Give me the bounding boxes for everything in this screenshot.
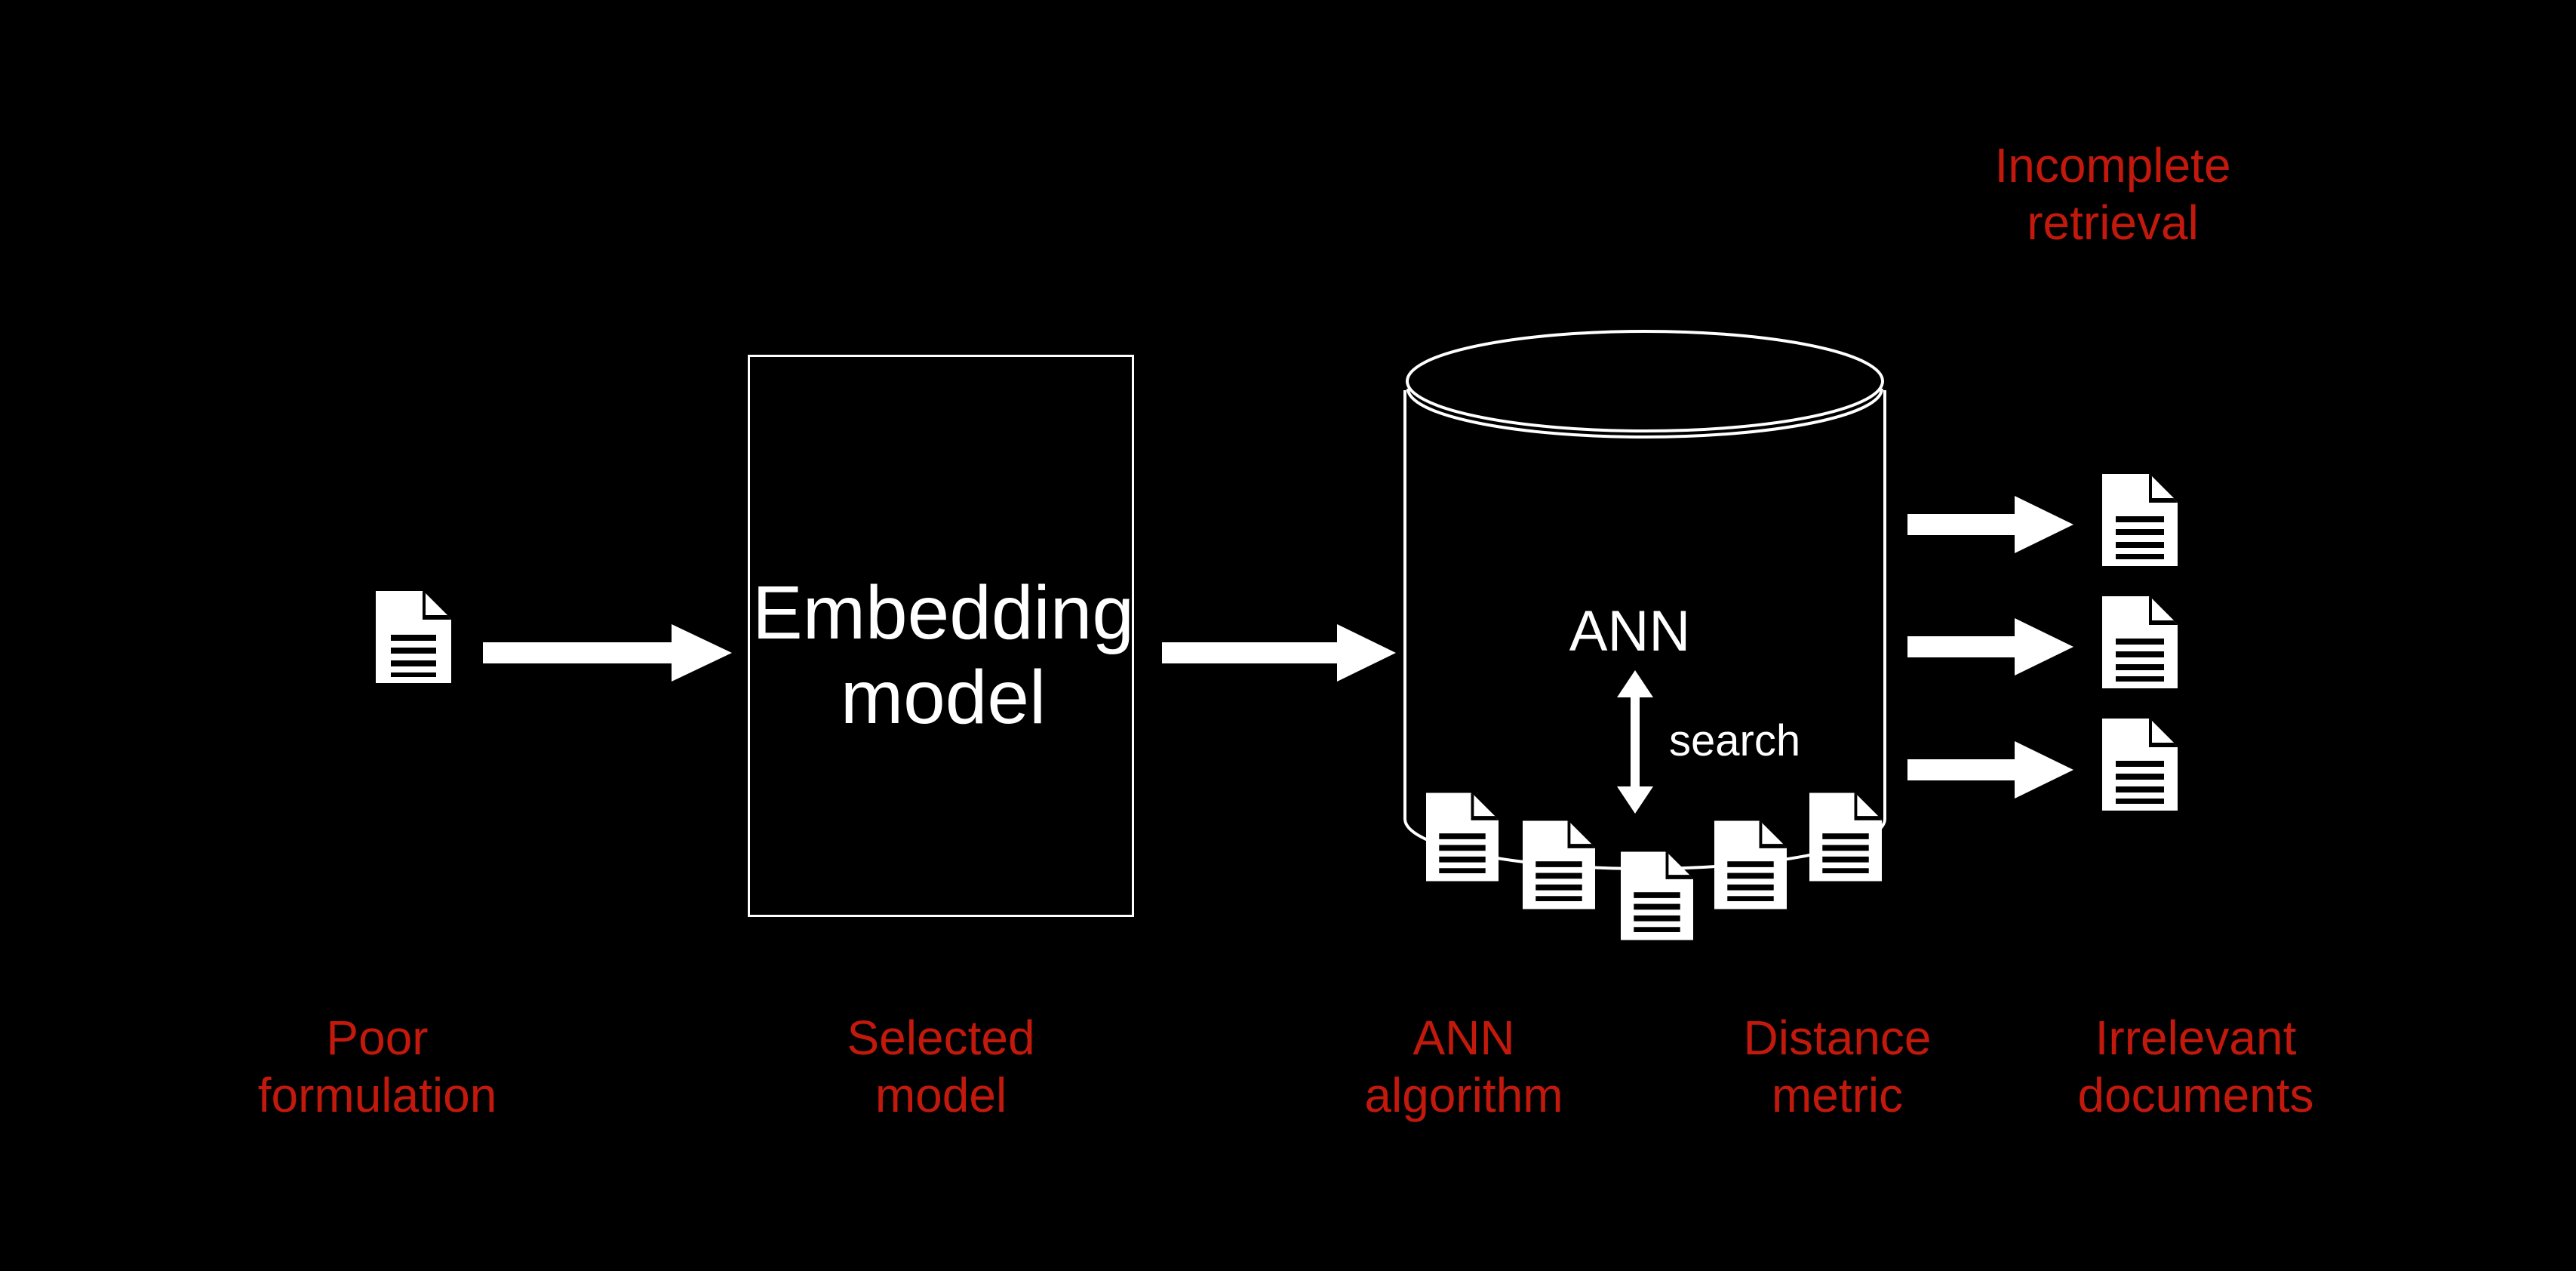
annotation-incomplete-retrieval: Incomplete retrieval xyxy=(1994,138,2231,250)
embedding-model-label: Embedding model xyxy=(752,571,1134,740)
stored-document-3 xyxy=(1621,851,1693,940)
arrow-ann-search xyxy=(1612,670,1658,814)
annotation-distance-metric: Distance metric xyxy=(1743,1011,1932,1122)
arrow-database-to-doc-1 xyxy=(1907,491,2073,559)
annotation-irrelevant-documents: Irrelevant documents xyxy=(2077,1011,2314,1122)
stored-document-2 xyxy=(1523,820,1595,909)
annotation-selected-model: Selected model xyxy=(847,1011,1035,1122)
search-label: search xyxy=(1669,716,1801,765)
output-document-3 xyxy=(2102,719,2178,811)
stored-document-5 xyxy=(1809,792,1882,882)
cylinder-top-ellipse xyxy=(1406,330,1884,432)
stored-document-1 xyxy=(1426,792,1499,882)
arrow-input-to-model xyxy=(483,619,732,687)
arrow-database-to-doc-3 xyxy=(1907,736,2073,804)
input-document-icon xyxy=(376,591,451,683)
diagram-canvas: Incomplete retrieval Embedding model ANN… xyxy=(0,0,2576,1271)
annotation-poor-formulation: Poor formulation xyxy=(257,1011,497,1122)
embedding-model-box: Embedding model xyxy=(748,355,1134,917)
arrow-database-to-doc-2 xyxy=(1907,613,2073,681)
output-document-2 xyxy=(2102,596,2178,688)
arrow-model-to-database xyxy=(1162,619,1396,687)
output-document-1 xyxy=(2102,474,2178,566)
ann-label: ANN xyxy=(1569,599,1691,663)
stored-document-4 xyxy=(1714,820,1787,909)
annotation-ann-algorithm: ANN algorithm xyxy=(1364,1011,1563,1122)
